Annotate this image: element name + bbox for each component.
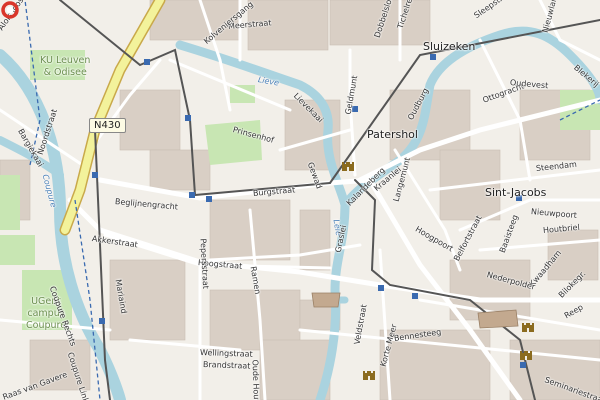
street-label: Sluizeken (423, 40, 476, 53)
district-label: Patershol (367, 128, 418, 141)
castle-icon[interactable] (519, 347, 533, 361)
castle-icon[interactable] (521, 319, 535, 333)
street-label: Brandstraat (202, 360, 251, 371)
street-label: Oude Houtlei (250, 359, 262, 400)
castle-icon[interactable] (341, 158, 355, 172)
castle-icon[interactable] (362, 367, 376, 381)
street-label: Wellingstraat (199, 348, 253, 359)
map-canvas[interactable]: Patershol Sint-Jacobs Sluizeken KU Leuve… (0, 0, 600, 400)
location-marker-icon[interactable] (0, 0, 20, 20)
road-shield: N430 (89, 118, 126, 133)
poi-label: KU Leuven & Odisee (40, 55, 91, 78)
district-label: Sint-Jacobs (485, 186, 547, 199)
